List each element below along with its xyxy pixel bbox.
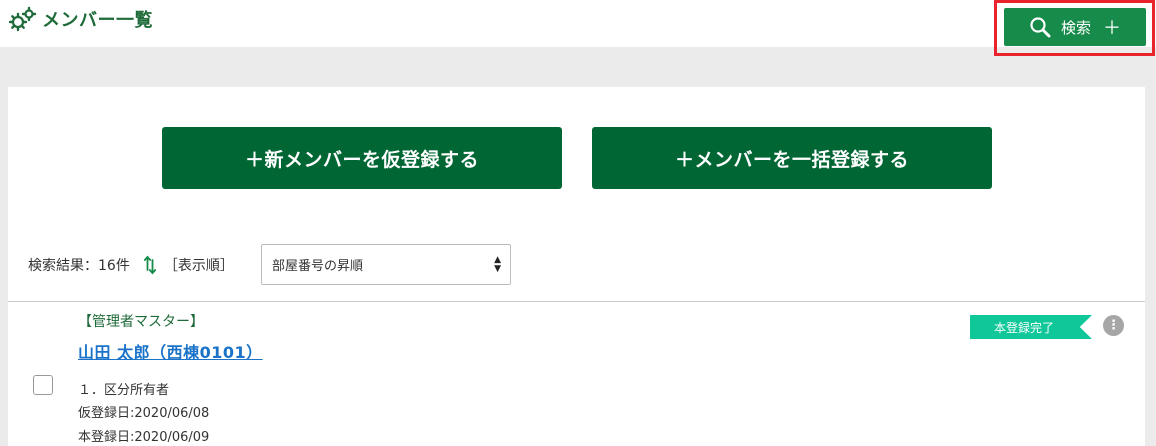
sort-select-value: 部屋番号の昇順	[272, 259, 364, 274]
status-badge: 本登録完了	[970, 315, 1092, 339]
result-toolbar: 検索結果：16件 ［表示順］ 部屋番号の昇順 ▲ ▼	[28, 244, 511, 285]
page-title: メンバー一覧	[8, 6, 153, 32]
select-arrows-icon: ▲ ▼	[494, 255, 501, 274]
search-button[interactable]: 検索 ＋	[1004, 8, 1146, 46]
provisional-register-button[interactable]: ＋新メンバーを仮登録する	[162, 127, 562, 189]
page-title-text: メンバー一覧	[42, 10, 153, 31]
member-role: 【管理者マスター】	[78, 314, 204, 330]
bulk-register-button[interactable]: ＋メンバーを一括登録する	[592, 127, 992, 189]
result-count: 検索結果：16件	[28, 257, 130, 274]
search-icon	[1030, 17, 1051, 38]
member-panel: ＋新メンバーを仮登録する ＋メンバーを一括登録する 検索結果：16件 ［表示順］…	[8, 87, 1145, 446]
list-divider	[8, 301, 1145, 302]
member-registered-date: 本登録日:2020/06/09	[78, 430, 210, 445]
member-checkbox[interactable]	[33, 375, 53, 395]
search-expand-plus: ＋	[1103, 18, 1121, 39]
sort-select[interactable]: 部屋番号の昇順 ▲ ▼	[261, 244, 511, 285]
sort-icon[interactable]	[143, 255, 156, 275]
gear-icon	[8, 6, 37, 32]
sort-label: ［表示順］	[163, 257, 234, 274]
member-category: １．区分所有者	[78, 383, 170, 398]
member-provisional-date: 仮登録日:2020/06/08	[78, 406, 210, 421]
member-name-link[interactable]: 山田 太郎（西棟0101）	[78, 339, 263, 363]
page-header: メンバー一覧 検索 ＋	[0, 0, 1156, 56]
more-icon[interactable]: ⋮	[1103, 315, 1124, 336]
search-button-label: 検索	[1060, 18, 1091, 37]
